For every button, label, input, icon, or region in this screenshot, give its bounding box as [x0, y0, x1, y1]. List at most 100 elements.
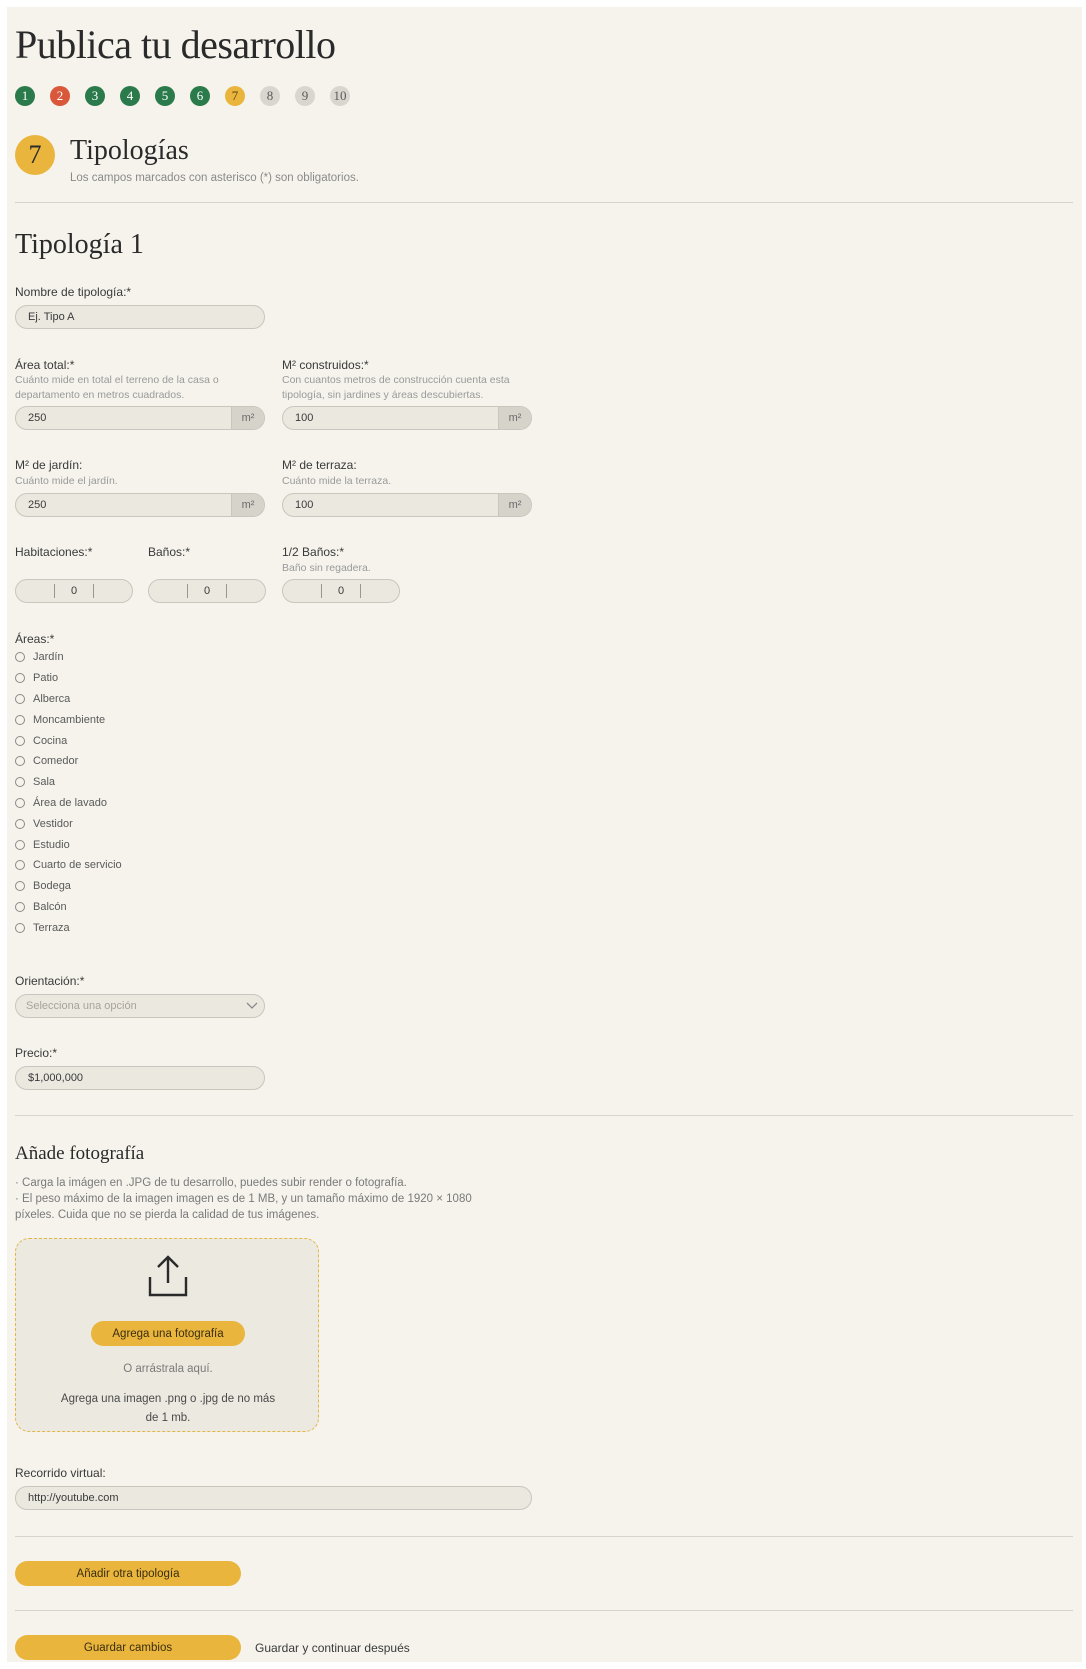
area-checkbox[interactable] — [15, 860, 25, 871]
orientation-label: Orientación:* — [15, 974, 85, 988]
bedrooms-increment[interactable] — [94, 580, 132, 602]
area-checkbox[interactable] — [15, 777, 25, 788]
area-checkbox[interactable] — [15, 735, 25, 746]
virtual-tour-value: http://youtube.com — [28, 1492, 119, 1504]
area-checkbox[interactable] — [15, 756, 25, 767]
m2-terrace-input[interactable]: 100 m² — [282, 493, 532, 517]
typology-name-input[interactable]: Ej. Tipo A — [15, 305, 265, 329]
typology-name-label: Nombre de tipología:* — [15, 285, 132, 299]
orientation-select[interactable]: Selecciona una opción — [15, 994, 265, 1018]
typology-heading: Tipología 1 — [15, 229, 144, 260]
photo-size-hint-2: de 1 mb. — [145, 1412, 191, 1424]
m2-built-unit: m² — [498, 407, 531, 429]
photo-instruction-2: · El peso máximo de la imagen imagen es … — [15, 1193, 472, 1205]
save-button[interactable]: Guardar cambios — [15, 1635, 241, 1660]
drag-hint: O arrástrala aquí. — [123, 1363, 213, 1375]
step-4[interactable]: 4 — [120, 86, 140, 106]
section-title: Tipologías — [70, 135, 189, 166]
save-later-link[interactable]: Guardar y continuar después — [255, 1641, 410, 1655]
area-total-input[interactable]: 250 m² — [15, 406, 265, 430]
bathrooms-increment[interactable] — [227, 580, 265, 602]
area-option[interactable]: Vestidor — [15, 813, 122, 834]
m2-terrace-value: 100 — [295, 499, 314, 511]
step-indicator: 1 2 3 4 5 6 7 8 9 10 — [15, 86, 350, 106]
photo-dropzone[interactable]: Agrega una fotografía O arrástrala aquí.… — [15, 1238, 319, 1432]
step-5[interactable]: 5 — [155, 86, 175, 106]
area-option-label: Sala — [33, 776, 56, 789]
bedrooms-stepper[interactable]: 0 — [15, 579, 133, 603]
half-baths-value: 0 — [321, 584, 361, 598]
area-checkbox[interactable] — [15, 839, 25, 850]
area-checkbox[interactable] — [15, 818, 25, 829]
bedrooms-decrement[interactable] — [16, 580, 54, 602]
area-option[interactable]: Terraza — [15, 917, 122, 938]
area-checkbox[interactable] — [15, 881, 25, 892]
area-option[interactable]: Sala — [15, 772, 122, 793]
area-option-label: Cocina — [33, 734, 68, 747]
photo-size-hint-1: Agrega una imagen .png o .jpg de no más — [60, 1393, 276, 1405]
step-2[interactable]: 2 — [50, 86, 70, 106]
area-option[interactable]: Estudio — [15, 834, 122, 855]
step-3[interactable]: 3 — [85, 86, 105, 106]
orientation-placeholder: Selecciona una opción — [26, 1000, 137, 1012]
bathrooms-value: 0 — [187, 584, 227, 598]
step-7[interactable]: 7 — [225, 86, 245, 106]
area-checkbox[interactable] — [15, 673, 25, 684]
m2-built-help-2: tipología, sin jardines y áreas descubie… — [282, 389, 484, 401]
areas-list: Jardín Patio Alberca Moncambiente Cocina Come… — [15, 647, 122, 938]
area-checkbox[interactable] — [15, 652, 25, 663]
area-option[interactable]: Área de lavado — [15, 793, 122, 814]
area-option-label: Comedor — [33, 755, 79, 768]
m2-built-value: 100 — [295, 412, 314, 424]
page-title: Publica tu desarrollo — [15, 22, 336, 67]
m2-built-input[interactable]: 100 m² — [282, 406, 532, 430]
photo-instruction-3: píxeles. Cuida que no se pierda la calid… — [15, 1209, 320, 1221]
area-option[interactable]: Cocina — [15, 730, 122, 751]
virtual-tour-input[interactable]: http://youtube.com — [15, 1486, 532, 1510]
price-input[interactable]: $1,000,000 — [15, 1066, 265, 1090]
area-option-label: Bodega — [33, 880, 71, 893]
section-subtitle: Los campos marcados con asterisco (*) so… — [70, 172, 359, 184]
photo-heading: Añade fotografía — [15, 1143, 145, 1164]
price-label: Precio:* — [15, 1046, 58, 1060]
area-checkbox[interactable] — [15, 797, 25, 808]
area-checkbox[interactable] — [15, 922, 25, 933]
step-6[interactable]: 6 — [190, 86, 210, 106]
area-option[interactable]: Moncambiente — [15, 709, 122, 730]
area-checkbox[interactable] — [15, 901, 25, 912]
area-option[interactable]: Alberca — [15, 689, 122, 710]
bathrooms-stepper[interactable]: 0 — [148, 579, 266, 603]
divider — [15, 1610, 1073, 1611]
area-checkbox[interactable] — [15, 693, 25, 704]
area-total-help-1: Cuánto mide en total el terreno de la ca… — [15, 374, 219, 386]
add-photo-button[interactable]: Agrega una fotografía — [91, 1321, 245, 1346]
upload-icon — [148, 1255, 188, 1297]
step-10[interactable]: 10 — [330, 86, 350, 106]
chevron-down-icon — [240, 1002, 264, 1010]
area-option-label: Estudio — [33, 838, 70, 851]
area-total-unit: m² — [231, 407, 264, 429]
area-option[interactable]: Jardín — [15, 647, 122, 668]
price-value: $1,000,000 — [28, 1072, 84, 1084]
area-option[interactable]: Comedor — [15, 751, 122, 772]
half-baths-decrement[interactable] — [283, 580, 321, 602]
area-total-label: Área total:* — [15, 358, 75, 372]
add-typology-button[interactable]: Añadir otra tipología — [15, 1561, 241, 1586]
area-option[interactable]: Cuarto de servicio — [15, 855, 122, 876]
step-1[interactable]: 1 — [15, 86, 35, 106]
m2-built-label: M² construidos:* — [282, 358, 369, 372]
m2-garden-input[interactable]: 250 m² — [15, 493, 265, 517]
bathrooms-decrement[interactable] — [149, 580, 187, 602]
step-9[interactable]: 9 — [295, 86, 315, 106]
area-option[interactable]: Balcón — [15, 897, 122, 918]
area-option[interactable]: Patio — [15, 668, 122, 689]
half-baths-stepper[interactable]: 0 — [282, 579, 400, 603]
step-8[interactable]: 8 — [260, 86, 280, 106]
bedrooms-label: Habitaciones:* — [15, 545, 93, 559]
half-baths-increment[interactable] — [361, 580, 399, 602]
area-option[interactable]: Bodega — [15, 876, 122, 897]
area-option-label: Área de lavado — [33, 796, 107, 809]
area-checkbox[interactable] — [15, 714, 25, 725]
current-step-badge: 7 — [15, 135, 55, 175]
m2-garden-unit: m² — [231, 494, 264, 516]
